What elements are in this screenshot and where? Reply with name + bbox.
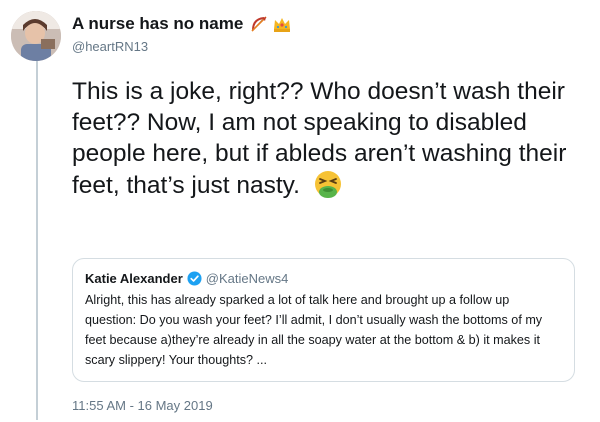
quoted-tweet-header: Katie Alexander @KatieNews4 [85, 271, 560, 286]
name-row: A nurse has no name [72, 12, 292, 36]
display-name[interactable]: A nurse has no name [72, 14, 243, 34]
nauseated-face-icon [314, 171, 341, 198]
name-emoji-group [249, 14, 292, 34]
verified-badge-icon [187, 271, 202, 286]
quoted-tweet-card[interactable]: Katie Alexander @KatieNews4 Alright, thi… [72, 258, 575, 382]
quoted-user-handle[interactable]: @KatieNews4 [206, 271, 289, 286]
thread-line [36, 52, 38, 420]
avatar[interactable] [11, 11, 61, 61]
crown-icon [274, 18, 291, 32]
quoted-display-name[interactable]: Katie Alexander [85, 271, 183, 286]
tweet-header: A nurse has no name @heartRN13 [72, 12, 292, 54]
tweet-body: This is a joke, right?? Who doesn’t wash… [72, 76, 587, 201]
avatar-photo [11, 11, 61, 61]
quoted-tweet-text: Alright, this has already sparked a lot … [85, 293, 543, 367]
tweet-timestamp[interactable]: 11:55 AM - 16 May 2019 [72, 398, 213, 413]
user-handle[interactable]: @heartRN13 [72, 39, 292, 54]
bow-and-arrow-icon [251, 16, 267, 32]
